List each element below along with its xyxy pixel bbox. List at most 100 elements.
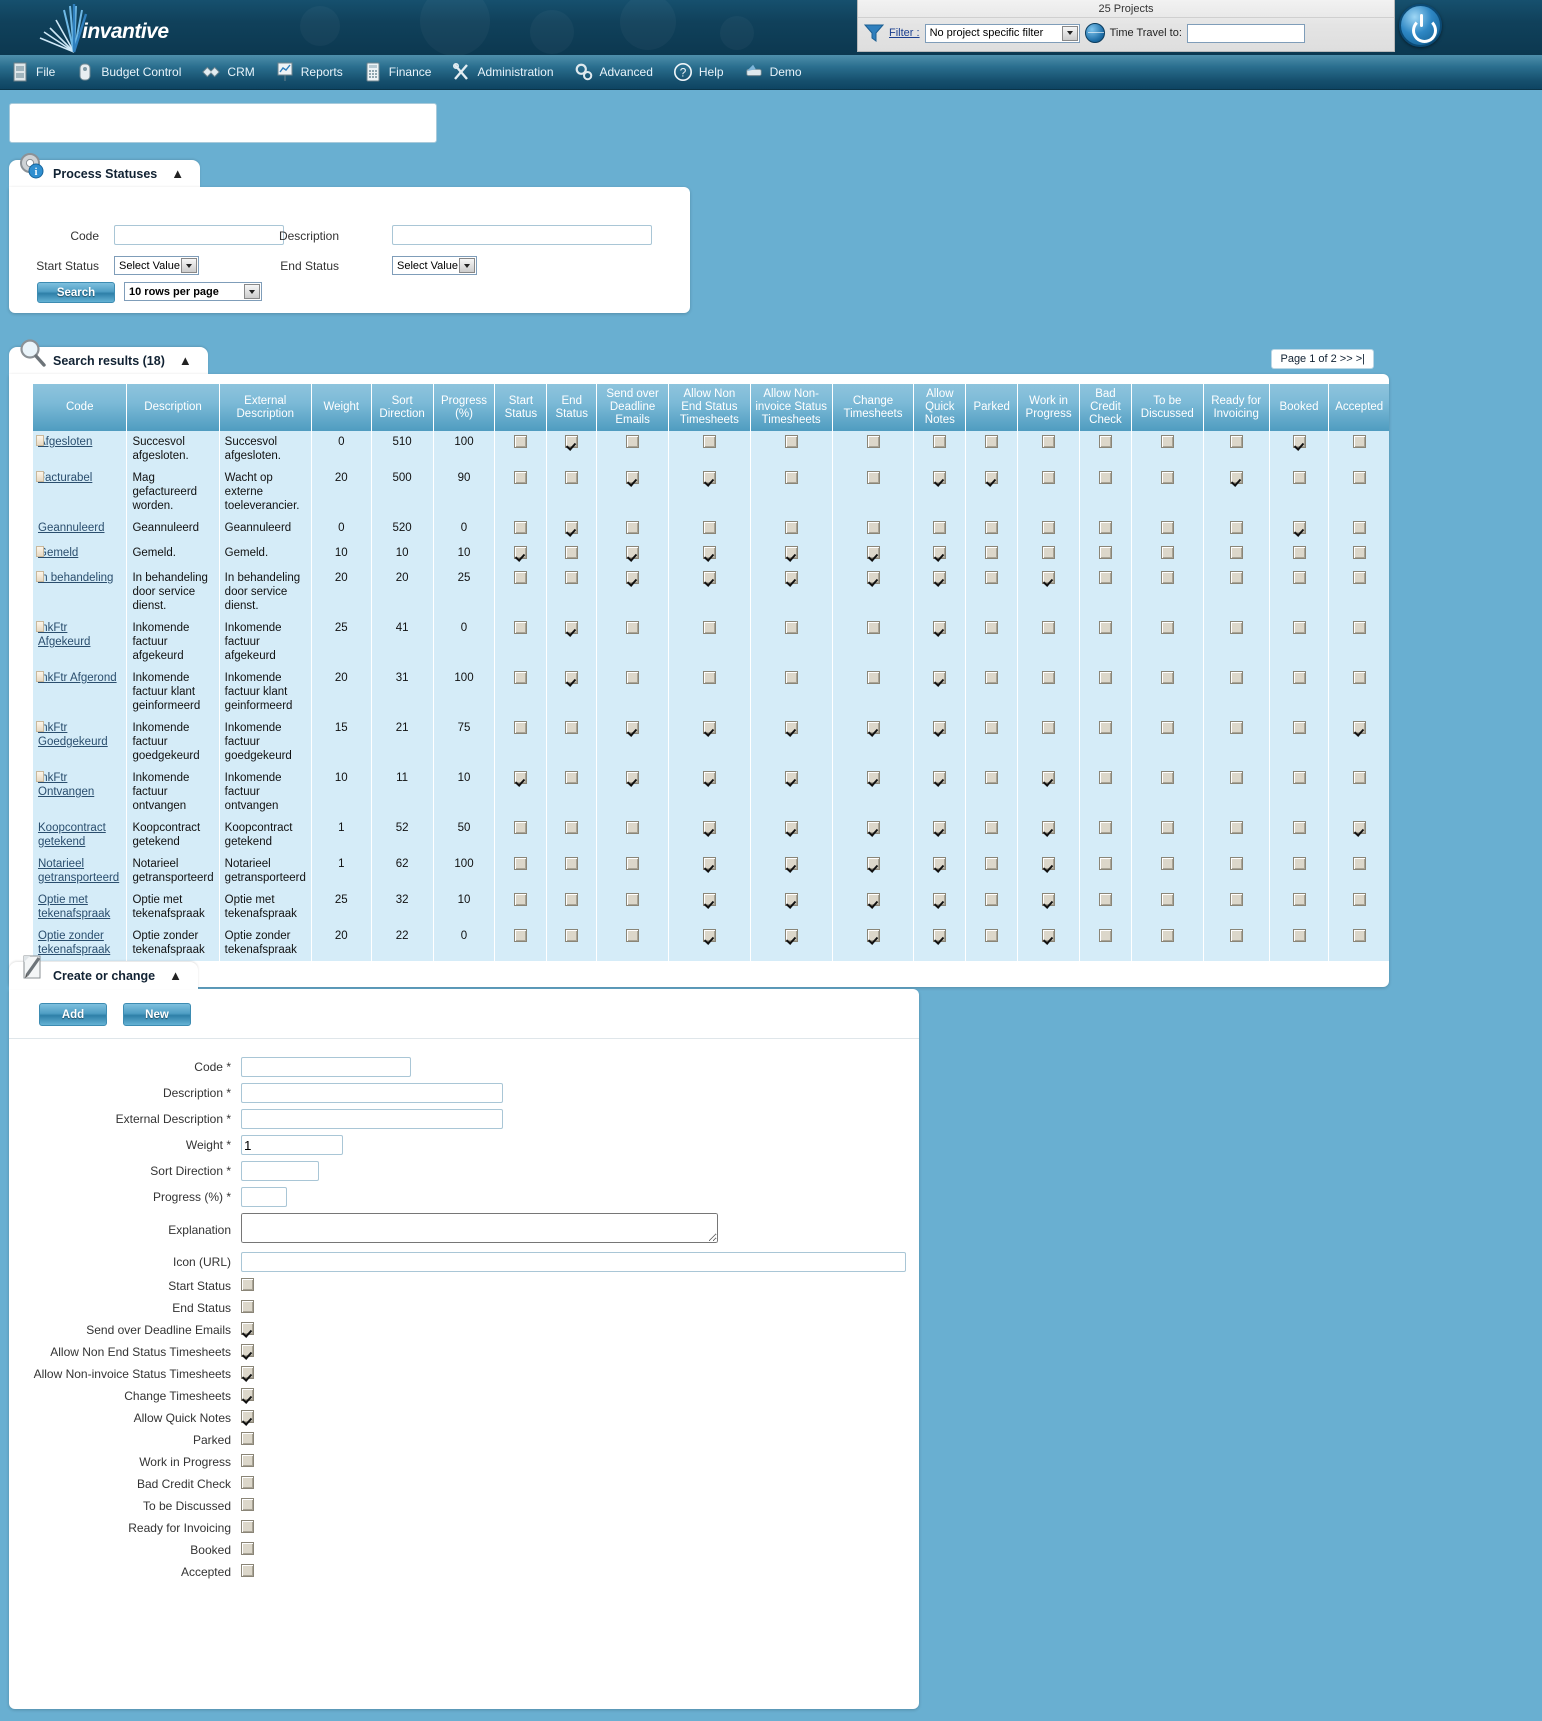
checkbox-icon[interactable]	[1160, 435, 1174, 448]
checkbox-icon[interactable]	[784, 821, 798, 834]
row-checkbox-cell[interactable]	[832, 853, 915, 889]
checkbox-icon[interactable]	[784, 571, 798, 584]
checkbox-icon[interactable]	[514, 621, 528, 634]
column-header[interactable]: Send over Deadline Emails	[596, 384, 669, 431]
checkbox-icon[interactable]	[1098, 671, 1112, 684]
checkbox-icon[interactable]	[784, 546, 798, 559]
filter-label[interactable]: Filter :	[889, 27, 920, 39]
checkbox-icon[interactable]	[985, 521, 999, 534]
checkbox-icon[interactable]	[1229, 471, 1243, 484]
row-code-link[interactable]: InkFtr Goedgekeurd	[38, 722, 108, 748]
checkbox-icon[interactable]	[1160, 929, 1174, 942]
row-checkbox-cell[interactable]	[965, 567, 1019, 617]
row-checkbox-cell[interactable]	[1328, 853, 1389, 889]
chevron-down-icon[interactable]	[459, 258, 475, 273]
checkbox-icon[interactable]	[985, 857, 999, 870]
row-checkbox-cell[interactable]	[1131, 853, 1204, 889]
row-checkbox-cell[interactable]	[1269, 889, 1330, 925]
checkbox-icon[interactable]	[1229, 929, 1243, 942]
chevron-up-icon[interactable]: ▲	[169, 968, 182, 983]
row-checkbox-cell[interactable]	[750, 542, 833, 567]
checkbox-icon[interactable]	[784, 893, 798, 906]
checkbox-icon[interactable]	[1292, 471, 1306, 484]
checkbox-icon[interactable]	[626, 721, 640, 734]
checkbox-icon[interactable]	[1292, 721, 1306, 734]
row-checkbox-cell[interactable]	[668, 767, 751, 817]
checkbox-icon[interactable]	[866, 671, 880, 684]
checkbox-icon[interactable]	[241, 1278, 254, 1291]
row-checkbox-cell[interactable]	[1079, 467, 1132, 517]
checkbox-icon[interactable]	[702, 893, 716, 906]
checkbox-icon[interactable]	[1352, 821, 1366, 834]
row-checkbox-cell[interactable]	[1131, 567, 1204, 617]
checkbox-icon[interactable]	[1098, 521, 1112, 534]
checkbox-icon[interactable]	[1098, 721, 1112, 734]
row-code-link[interactable]: Koopcontract getekend	[38, 822, 106, 848]
checkbox-icon[interactable]	[866, 893, 880, 906]
checkbox-icon[interactable]	[866, 521, 880, 534]
row-checkbox-cell[interactable]	[832, 567, 915, 617]
checkbox-icon[interactable]	[1352, 571, 1366, 584]
row-checkbox-cell[interactable]	[596, 617, 669, 667]
checkbox-icon[interactable]	[1292, 546, 1306, 559]
checkbox-icon[interactable]	[1160, 721, 1174, 734]
row-detail-icon[interactable]	[36, 471, 44, 482]
checkbox-icon[interactable]	[1042, 771, 1056, 784]
checkbox-icon[interactable]	[1098, 771, 1112, 784]
row-checkbox-cell[interactable]	[1079, 431, 1132, 467]
column-header[interactable]: Allow Quick Notes	[913, 384, 967, 431]
checkbox-icon[interactable]	[1292, 521, 1306, 534]
row-checkbox-cell[interactable]	[1203, 567, 1270, 617]
new-button[interactable]: New	[123, 1003, 191, 1026]
row-checkbox-cell[interactable]	[546, 767, 598, 817]
checkbox-icon[interactable]	[1292, 857, 1306, 870]
checkbox-icon[interactable]	[514, 771, 528, 784]
row-checkbox-cell[interactable]	[1079, 517, 1132, 542]
checkbox-icon[interactable]	[784, 721, 798, 734]
time-travel-input[interactable]	[1186, 23, 1305, 43]
checkbox-icon[interactable]	[1160, 571, 1174, 584]
row-checkbox-cell[interactable]	[1269, 617, 1330, 667]
row-checkbox-cell[interactable]	[913, 925, 967, 961]
row-checkbox-cell[interactable]	[1328, 767, 1389, 817]
checkbox-icon[interactable]	[1042, 621, 1056, 634]
start-status-select[interactable]: Select Value	[114, 256, 199, 275]
row-checkbox-cell[interactable]	[832, 767, 915, 817]
row-checkbox-cell[interactable]	[1269, 853, 1330, 889]
row-checkbox-cell[interactable]	[1131, 717, 1204, 767]
row-checkbox-cell[interactable]	[546, 817, 598, 853]
row-checkbox-cell[interactable]	[1079, 767, 1132, 817]
checkbox-icon[interactable]	[702, 546, 716, 559]
checkbox-icon[interactable]	[565, 471, 579, 484]
checkbox-icon[interactable]	[1160, 621, 1174, 634]
checkbox-icon[interactable]	[514, 671, 528, 684]
row-checkbox-cell[interactable]	[1131, 667, 1204, 717]
row-checkbox-cell[interactable]	[494, 817, 548, 853]
checkbox-icon[interactable]	[1098, 857, 1112, 870]
checkbox-icon[interactable]	[702, 771, 716, 784]
row-checkbox-cell[interactable]	[1079, 889, 1132, 925]
checkbox-icon[interactable]	[866, 435, 880, 448]
row-code-cell[interactable]: Optie met tekenafspraak	[33, 889, 128, 925]
row-checkbox-cell[interactable]	[1269, 767, 1330, 817]
table-row[interactable]: Optie met tekenafspraak Optie met tekenaf…	[33, 889, 1389, 925]
row-checkbox-cell[interactable]	[494, 431, 548, 467]
row-code-cell[interactable]: InkFtr Afgekeurd	[33, 617, 128, 667]
checkbox-icon[interactable]	[985, 893, 999, 906]
row-checkbox-cell[interactable]	[596, 667, 669, 717]
row-code-cell[interactable]: InkFtr Goedgekeurd	[33, 717, 128, 767]
row-checkbox-cell[interactable]	[596, 853, 669, 889]
row-checkbox-cell[interactable]	[965, 717, 1019, 767]
row-checkbox-cell[interactable]	[832, 925, 915, 961]
checkbox-icon[interactable]	[241, 1454, 254, 1467]
checkbox-icon[interactable]	[784, 929, 798, 942]
row-code-cell[interactable]: Geannuleerd	[33, 517, 128, 542]
table-row[interactable]: Notarieel getransporteerd Notarieel getra…	[33, 853, 1389, 889]
row-checkbox-cell[interactable]	[965, 667, 1019, 717]
row-checkbox-cell[interactable]	[750, 817, 833, 853]
row-checkbox-cell[interactable]	[668, 925, 751, 961]
quick-search-box[interactable]	[9, 103, 437, 143]
row-checkbox-cell[interactable]	[965, 767, 1019, 817]
checkbox-icon[interactable]	[1229, 435, 1243, 448]
checkbox-icon[interactable]	[1042, 857, 1056, 870]
